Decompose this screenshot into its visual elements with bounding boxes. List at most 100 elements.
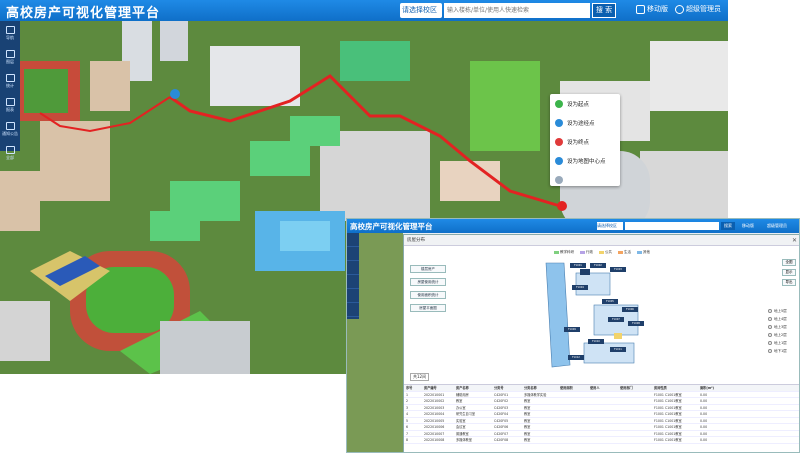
room-tag[interactable]: F1011 xyxy=(610,347,626,352)
inset-sidebar-item[interactable] xyxy=(347,233,359,247)
table-cell: F1001 C1001教室 xyxy=(654,412,682,416)
inset-campus-select[interactable]: 请选择校区 xyxy=(597,222,623,230)
table-cell: F1001 C1001教室 xyxy=(654,431,682,436)
sidebar-item-layers[interactable]: 图层 xyxy=(0,45,20,69)
table-cell: 研究生自习室 xyxy=(456,412,476,416)
search-input[interactable] xyxy=(444,3,590,18)
floor-option[interactable]: 地上4层 xyxy=(768,315,796,323)
inset-sidebar-item[interactable] xyxy=(347,247,359,261)
table-cell: 2 xyxy=(406,399,409,403)
inset-search-input[interactable] xyxy=(625,222,719,230)
table-cell xyxy=(558,437,588,443)
area-stats-button[interactable]: 使用面积统计 xyxy=(410,291,446,299)
room-tag[interactable]: F1006 xyxy=(622,307,638,312)
room-tag[interactable]: F1004 xyxy=(572,285,588,290)
sidebar-item-statistics[interactable]: 统计 xyxy=(0,69,20,93)
room-tag[interactable]: F1008 xyxy=(628,321,644,326)
table-cell: 2022010007 xyxy=(424,431,445,436)
room-tag[interactable]: F1001 xyxy=(570,263,586,268)
sidebar-item-notice[interactable]: 通知公告 xyxy=(0,117,20,141)
inset-sidebar xyxy=(347,233,359,319)
table-cell: F1001 C1001教室 xyxy=(654,418,682,423)
menu-set-end[interactable]: 设为终点 xyxy=(550,132,620,151)
floor-option[interactable]: 地上2层 xyxy=(768,331,796,339)
full-view-button[interactable]: 全图 xyxy=(782,259,796,266)
table-cell xyxy=(588,418,618,424)
floor-option[interactable]: 地上5层 xyxy=(768,307,796,315)
table-cell xyxy=(558,405,588,411)
search-button[interactable]: 搜 索 xyxy=(592,3,616,18)
table-cell: C420F08 xyxy=(494,438,509,442)
table-cell: F1001 C1001教室 xyxy=(654,392,682,397)
table-cell: 2022010004 xyxy=(424,412,445,416)
inset-sidebar-item[interactable] xyxy=(347,261,359,275)
inset-sidebar-item[interactable] xyxy=(347,275,359,289)
inset-mobile-link[interactable]: 移动版 xyxy=(742,223,754,229)
table-cell: 0.00 xyxy=(700,431,708,436)
export-button[interactable]: 导出 xyxy=(782,279,796,286)
room-tag[interactable]: F1005 xyxy=(602,299,618,304)
waypoint-icon xyxy=(555,118,563,127)
room-tag[interactable]: F1009 xyxy=(564,327,580,332)
floor-property-button[interactable]: 楼层房产 xyxy=(410,265,446,273)
table-cell: F1001 C1001教室 xyxy=(654,405,682,410)
floor-option[interactable]: 地上1层 xyxy=(768,339,796,347)
floor-plan[interactable]: F1001 F1002 F1003 F1004 F1005 F1006 F100… xyxy=(524,255,674,375)
table-cell xyxy=(588,437,618,443)
close-icon[interactable]: ✕ xyxy=(792,235,797,246)
notice-icon xyxy=(5,121,15,130)
table-cell: F1001 C1001教室 xyxy=(654,438,682,442)
menu-set-map-center[interactable]: 设为地图中心点 xyxy=(550,151,620,170)
table-cell: 1 xyxy=(406,392,409,397)
user-label: 超级管理员 xyxy=(686,5,721,13)
room-distribution-dialog: 房屋分布 ✕ 教学科研 行政 公共 生活 其他 楼层房产 房屋使用统计 使用面积… xyxy=(403,234,799,452)
menu-set-waypoint[interactable]: 设为途经点 xyxy=(550,113,620,132)
inset-search-button[interactable]: 搜索 xyxy=(721,222,735,230)
table-cell: F1001 C1001教室 xyxy=(654,425,682,429)
app-title: 高校房产可视化管理平台 xyxy=(6,6,161,21)
dialog-title: 房屋分布 xyxy=(407,238,425,243)
mobile-label: 移动版 xyxy=(647,5,668,13)
show-button[interactable]: 显示 xyxy=(782,269,796,276)
table-cell: 教室 xyxy=(456,399,463,403)
room-tag[interactable]: F1007 xyxy=(608,317,624,322)
table-cell: 教室 xyxy=(524,405,531,410)
sidebar-item-all[interactable]: 全部 xyxy=(0,141,20,165)
room-tag[interactable]: F1003 xyxy=(610,267,626,272)
navigation-icon xyxy=(5,25,15,34)
menu-extra[interactable] xyxy=(550,170,620,189)
inset-user-menu[interactable]: 超级管理员 xyxy=(767,223,787,229)
table-cell: 办公室 xyxy=(456,405,466,410)
table-cell: 0.00 xyxy=(700,412,708,416)
campus-select[interactable]: 请选择校区 xyxy=(400,3,442,18)
inset-sidebar-item[interactable] xyxy=(347,303,359,317)
table-cell: C420F04 xyxy=(494,412,509,416)
floorplan-button[interactable]: 房屋平面图 xyxy=(410,304,446,312)
table-cell: 0.00 xyxy=(700,399,708,403)
room-tag[interactable]: F1002 xyxy=(590,263,606,268)
sidebar-item-navigation[interactable]: 导航 xyxy=(0,21,20,45)
table-row[interactable]: 8 2022010008 多媒体教室 C420F08 教室 F1001 C1001教室 0.… xyxy=(404,437,799,444)
inset-window: 高校房产可视化管理平台 请选择校区 搜索 移动版 超级管理员 房屋分布 ✕ 教学… xyxy=(346,218,800,453)
table-cell xyxy=(618,392,652,398)
user-menu[interactable]: 超级管理员 xyxy=(675,4,721,14)
room-tag[interactable]: F1012 xyxy=(568,355,584,360)
table-cell xyxy=(558,424,588,430)
table-cell: 2022010001 xyxy=(424,392,445,397)
table-cell: 3 xyxy=(406,405,409,410)
table-cell: 教室 xyxy=(524,418,531,423)
floor-option[interactable]: 地上3层 xyxy=(768,323,796,331)
table-cell xyxy=(588,431,618,437)
inset-sidebar-item[interactable] xyxy=(347,289,359,303)
table-cell: F1001 C1001教室 xyxy=(654,399,682,403)
room-tag[interactable]: F1010 xyxy=(588,339,604,344)
usage-stats-button[interactable]: 房屋使用统计 xyxy=(410,278,446,286)
dialog-left-buttons: 楼层房产 房屋使用统计 使用面积统计 房屋平面图 xyxy=(410,265,446,317)
top-bar: 高校房产可视化管理平台 请选择校区 搜 索 移动版 超级管理员 xyxy=(0,0,728,21)
floor-option[interactable]: 地下1层 xyxy=(768,347,796,355)
mobile-version-link[interactable]: 移动版 xyxy=(636,4,668,14)
table-cell: 0.00 xyxy=(700,418,708,423)
sidebar-item-report[interactable]: 报表 xyxy=(0,93,20,117)
menu-set-start[interactable]: 设为起点 xyxy=(550,94,620,113)
table-cell: 教室 xyxy=(524,399,531,403)
